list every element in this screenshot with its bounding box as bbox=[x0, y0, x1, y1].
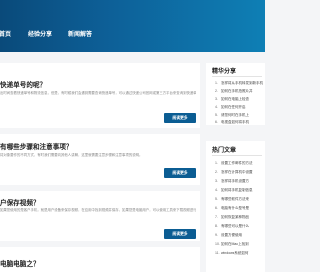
article-title[interactable]: 电脑电脑之？ bbox=[0, 258, 198, 268]
hot-articles-panel: 热门文章 1. 设置工作邮件的方法 2. 怎样在计算机中设置 3. 怎样将手机设置方 … bbox=[206, 141, 265, 272]
top-navigation-bar: 首页 经验分享 新闻解答 bbox=[0, 0, 265, 52]
divider bbox=[212, 155, 262, 156]
featured-share-item[interactable]: 1. 怎样将从手机转发到新手机 bbox=[215, 81, 264, 86]
article-description: 出时间查看快递单号和物流信息，但是，有时候我们会遇到需要查询快递单号，可以通过快… bbox=[0, 91, 196, 95]
read-more-button[interactable]: 阅读更多 bbox=[164, 113, 196, 123]
hot-article-item[interactable]: 7. 如何恢复某种物品 bbox=[215, 215, 264, 220]
page: 首页 经验分享 新闻解答 快递单号的呢？ 出时间查看快递单号和物流信息，但是，有… bbox=[0, 0, 265, 272]
hot-article-item[interactable]: 10.如何在Mac上找到 bbox=[215, 242, 264, 247]
hot-article-item[interactable]: 6. 电脑有什么型号是 bbox=[215, 206, 264, 211]
read-more-button[interactable]: 阅读更多 bbox=[164, 168, 196, 178]
article-list: 快递单号的呢？ 出时间查看快递单号和物流信息，但是，有时候我们会遇到需要查询快递… bbox=[0, 63, 203, 272]
divider bbox=[212, 76, 262, 77]
hot-article-item[interactable]: 1. 设置工作邮件的方法 bbox=[215, 161, 264, 166]
nav-item-news[interactable]: 新闻解答 bbox=[68, 29, 92, 38]
read-more-button[interactable]: 阅读更多 bbox=[164, 229, 196, 239]
article-description: 如果您使用的是客户手机，就是用户设备来保存视频，在应用中找到视频并保存，如果您是… bbox=[0, 208, 196, 212]
article-description: 将对象要作的不同方式，有时我们需要向其他人讲解，这里就需要注意步骤和注意事项的说… bbox=[0, 153, 143, 157]
article-title[interactable]: 快递单号的呢？ bbox=[0, 79, 198, 89]
article-card: 电脑电脑之？ bbox=[0, 247, 200, 272]
featured-share-item[interactable]: 3. 如何在电脑上检查 bbox=[215, 97, 264, 102]
article-card: 户保存视频？ 如果您使用的是客户手机，就是用户设备来保存视频，在应用中找到视频并… bbox=[0, 191, 200, 241]
hot-articles-heading: 热门文章 bbox=[212, 148, 237, 154]
featured-share-panel: 精华分享 1. 怎样将从手机转发到新手机 2. 如何在手机拍照片并 3. 如何在电脑上… bbox=[206, 63, 265, 125]
hot-article-item[interactable]: 11.windows系统如何 bbox=[215, 251, 264, 256]
hot-article-item[interactable]: 3. 怎样将手机设置方 bbox=[215, 179, 264, 184]
featured-share-item[interactable]: 2. 如何在手机拍照片并 bbox=[215, 89, 264, 94]
hot-article-item[interactable]: 9. 设置方便使用 bbox=[215, 233, 264, 238]
featured-share-item[interactable]: 5. 请您何时在手机上 bbox=[215, 113, 264, 118]
featured-share-item[interactable]: 6. 电视盒如何将手机 bbox=[215, 120, 264, 125]
hot-article-item[interactable]: 5. 有哪些软件方法来 bbox=[215, 197, 264, 202]
article-card: 快递单号的呢？ 出时间查看快递单号和物流信息，但是，有时候我们会遇到需要查询快递… bbox=[0, 63, 200, 128]
hot-article-item[interactable]: 8. 有哪些可以是什么 bbox=[215, 224, 264, 229]
featured-share-heading: 精华分享 bbox=[212, 69, 237, 75]
nav-item-experience[interactable]: 经验分享 bbox=[28, 29, 52, 38]
article-card: 有哪些步骤和注意事项？ 将对象要作的不同方式，有时我们需要向其他人讲解，这里就需… bbox=[0, 134, 200, 185]
nav-item-home[interactable]: 首页 bbox=[0, 29, 11, 38]
article-title[interactable]: 有哪些步骤和注意事项？ bbox=[0, 141, 198, 151]
article-title[interactable]: 户保存视频？ bbox=[0, 197, 198, 207]
hot-article-item[interactable]: 2. 怎样在计算机中设置 bbox=[215, 170, 264, 175]
featured-share-item[interactable]: 4. 如何在任何开启 bbox=[215, 105, 264, 110]
hot-article-item[interactable]: 4. 如何将手机复制信息 bbox=[215, 188, 264, 193]
